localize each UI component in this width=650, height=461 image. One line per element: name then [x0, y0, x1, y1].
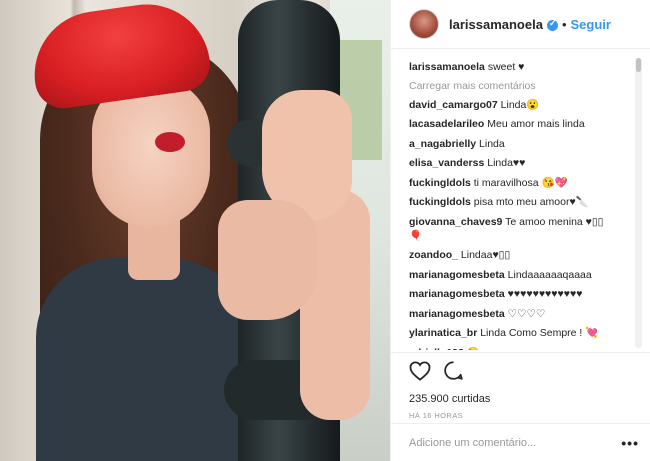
header-separator: • — [561, 16, 567, 32]
comment-text: Meu amor mais linda — [487, 118, 585, 130]
comment-text: Linda Como Sempre ! 💘 — [480, 327, 599, 339]
comment-username[interactable]: elisa_vanderss — [409, 157, 484, 169]
comment-username[interactable]: marianagomesbeta — [409, 308, 505, 320]
post-photo[interactable] — [0, 0, 390, 461]
post-sidebar: larissamanoela • Seguir larissamanoela s… — [390, 0, 650, 461]
caption-username[interactable]: larissamanoela — [409, 61, 485, 73]
comment-item: marianagomesbeta ♥♥♥♥♥♥♥♥♥♥♥♥ — [409, 287, 641, 301]
likes-count[interactable]: 235.900 curtidas — [409, 393, 650, 405]
comment-username[interactable]: giovanna_chaves9 — [409, 216, 502, 228]
comment-text: Linda😮 — [500, 98, 540, 111]
comment-item: marianagomesbeta Lindaaaaaaqaaaa — [409, 268, 641, 282]
comment-item: fuckingldols ti maravilhosa 😘💖 — [409, 176, 641, 190]
comment-username[interactable]: adriellu138 — [409, 347, 464, 351]
comment-text: pisa mto meu amoor♥🔪 — [473, 196, 589, 208]
comments-list[interactable]: larissamanoela sweet ♥ Carregar mais com… — [391, 60, 641, 350]
avatar[interactable] — [409, 9, 439, 39]
post-timestamp[interactable]: HÁ 16 HORAS — [409, 411, 650, 420]
add-comment-input[interactable] — [409, 436, 622, 449]
comment-text: Te amoo menina ♥▯▯ — [505, 215, 604, 228]
comment-text: 😘 — [467, 347, 480, 351]
comment-username[interactable]: fuckingldols — [409, 196, 471, 208]
comment-text: Lindaaaaaaqaaaa — [507, 268, 592, 281]
comment-item: a_nagabrielly Linda — [409, 137, 641, 151]
comment-item: elisa_vanderss Linda♥♥ — [409, 156, 641, 170]
comment-username[interactable]: zoandoo_ — [409, 249, 458, 261]
instagram-post: larissamanoela • Seguir larissamanoela s… — [0, 0, 650, 461]
post-header: larissamanoela • Seguir — [391, 0, 650, 49]
comment-text: Lindaa♥▯▯ — [460, 249, 511, 261]
comment-text: ti maravilhosa 😘💖 — [473, 176, 568, 189]
comment-continuation: 🎈 — [409, 229, 641, 243]
comment-username[interactable]: ylarinatica_br — [409, 327, 477, 339]
header-username[interactable]: larissamanoela — [449, 17, 543, 32]
comment-icon[interactable] — [443, 360, 464, 386]
comment-item: adriellu138 😘 — [409, 346, 641, 351]
comment-username[interactable]: marianagomesbeta — [409, 288, 505, 300]
verified-badge-icon — [546, 18, 558, 31]
comment-text: ♥♥♥♥♥♥♥♥♥♥♥♥ — [507, 288, 583, 300]
comment-username[interactable]: marianagomesbeta — [409, 269, 505, 281]
scrollbar-thumb[interactable] — [636, 58, 641, 72]
comment-item: giovanna_chaves9 Te amoo menina ♥▯▯ — [409, 215, 641, 229]
comment-text: Linda♥♥ — [487, 157, 526, 169]
comment-text: Linda — [479, 137, 505, 150]
comment-item: ylarinatica_br Linda Como Sempre ! 💘 — [409, 326, 641, 340]
comment-item: david_camargo07 Linda😮 — [409, 98, 641, 112]
caption: larissamanoela sweet ♥ — [409, 60, 641, 74]
follow-button[interactable]: Seguir — [571, 17, 611, 32]
add-comment-bar: ••• — [391, 423, 650, 461]
comment-username[interactable]: david_camargo07 — [409, 99, 498, 111]
comment-item: zoandoo_ Lindaa♥▯▯ — [409, 248, 641, 262]
comment-item: marianagomesbeta ♡♡♡♡ — [409, 307, 641, 321]
heart-icon[interactable] — [409, 360, 431, 386]
comment-text: 🎈 — [409, 229, 423, 242]
comment-username[interactable]: lacasadelarileo — [409, 118, 484, 130]
load-more-comments-link[interactable]: Carregar mais comentários — [409, 80, 641, 92]
comment-username[interactable]: fuckingldols — [409, 177, 471, 189]
post-actions: 235.900 curtidas HÁ 16 HORAS — [391, 352, 650, 420]
comment-item: fuckingldols pisa mto meu amoor♥🔪 — [409, 195, 641, 209]
comment-item: lacasadelarileo Meu amor mais linda — [409, 117, 641, 131]
comment-text: ♡♡♡♡ — [507, 307, 546, 320]
comments-scrollbar[interactable] — [635, 58, 642, 348]
caption-text: sweet ♥ — [487, 61, 525, 73]
more-options-icon[interactable]: ••• — [621, 435, 639, 451]
comment-username[interactable]: a_nagabrielly — [409, 138, 476, 150]
